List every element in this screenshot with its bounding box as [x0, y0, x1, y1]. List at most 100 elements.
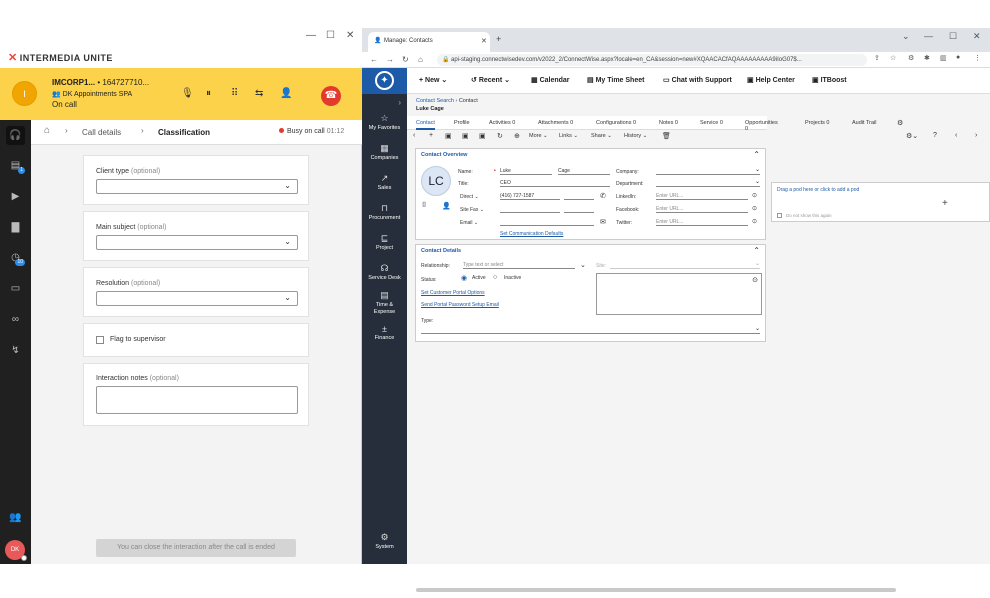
title-field[interactable]: CEO: [500, 180, 610, 187]
add-pod-hint[interactable]: Drag a pod here or click to add a pod: [777, 187, 859, 193]
person-icon[interactable]: 👤: [442, 202, 451, 210]
breadcrumb-call-details[interactable]: Call details: [82, 128, 121, 137]
expand-nav-icon[interactable]: ›: [362, 98, 407, 107]
tab-service[interactable]: Service 0: [700, 120, 723, 126]
sitefax-ext-field[interactable]: [564, 206, 594, 213]
contacts-icon[interactable]: 👥: [6, 508, 25, 527]
twitter-field[interactable]: Enter URL...: [656, 219, 748, 226]
linkedin-field[interactable]: Enter URL...: [656, 193, 748, 200]
next-record-icon[interactable]: ›: [975, 132, 977, 139]
help-icon[interactable]: ?: [933, 132, 937, 139]
site-select[interactable]: ⌄: [610, 261, 760, 269]
inactive-radio[interactable]: ○: [493, 274, 497, 281]
active-radio[interactable]: ◉: [461, 274, 467, 282]
back-icon[interactable]: ←: [370, 55, 378, 64]
home-icon[interactable]: ⌂: [418, 55, 423, 64]
last-name-field[interactable]: Cage: [558, 168, 610, 175]
nav-procurement[interactable]: ⊓ Procurement: [362, 203, 407, 222]
camera-icon[interactable]: ⌷: [422, 202, 426, 210]
save-close-icon[interactable]: ▣: [462, 132, 469, 140]
tab-profile[interactable]: Profile: [454, 120, 470, 126]
minimize-icon[interactable]: —: [924, 31, 933, 41]
tab-notes[interactable]: Notes 0: [659, 120, 678, 126]
share-menu[interactable]: Share ⌄: [591, 133, 612, 139]
portal-password-email-link[interactable]: Send Portal Password Setup Email: [421, 302, 499, 308]
globe-icon[interactable]: ⊕: [514, 132, 520, 140]
recent-menu[interactable]: ↺ Recent ⌄: [471, 76, 510, 84]
save-new-icon[interactable]: ▣: [479, 132, 486, 140]
site-address-box[interactable]: ⊙: [596, 273, 762, 315]
minimize-icon[interactable]: —: [306, 30, 316, 41]
voicemail-icon[interactable]: ∞: [6, 310, 25, 329]
history-menu[interactable]: History ⌄: [624, 133, 647, 139]
folder-icon[interactable]: ▇: [6, 218, 25, 237]
calendar-link[interactable]: ▦ Calendar: [531, 76, 570, 84]
twitter-go-icon[interactable]: ⊙: [752, 218, 757, 225]
url-field[interactable]: 🔒 api-staging.connectwisedev.com/v2022_2/…: [437, 54, 867, 66]
messages-icon[interactable]: ▤ 1: [6, 156, 25, 175]
nav-my-favorites[interactable]: ☆ My Favorites: [362, 113, 407, 132]
puzzle-icon[interactable]: ✱: [924, 54, 930, 62]
horizontal-scrollbar[interactable]: [416, 588, 896, 592]
resolution-select[interactable]: ⌄: [96, 291, 298, 306]
main-subject-select[interactable]: ⌄: [96, 235, 298, 250]
forward-icon[interactable]: →: [386, 55, 394, 64]
dialpad-icon[interactable]: ⠿: [231, 88, 238, 99]
settings-gear-icon[interactable]: ⚙: [897, 119, 903, 127]
dont-show-checkbox[interactable]: [777, 213, 782, 218]
tab-attachments[interactable]: Attachments 0: [538, 120, 573, 126]
department-select[interactable]: ⌄: [656, 179, 760, 187]
add-icon[interactable]: +: [429, 132, 433, 139]
headset-icon[interactable]: 🎧: [6, 126, 25, 145]
add-pod-icon[interactable]: +: [942, 198, 948, 209]
pause-icon[interactable]: ⏸: [206, 88, 211, 99]
breadcrumb-contact-search[interactable]: Contact Search: [416, 98, 454, 104]
delete-icon[interactable]: 🗑: [662, 132, 671, 140]
tab-activities[interactable]: Activities 0: [489, 120, 515, 126]
chat-support-link[interactable]: ▭ Chat with Support: [663, 76, 732, 84]
customer-portal-options-link[interactable]: Set Customer Portal Options: [421, 290, 485, 296]
flag-checkbox[interactable]: [96, 336, 104, 344]
hangup-button[interactable]: ☎: [321, 86, 341, 106]
client-type-select[interactable]: ⌄: [96, 179, 298, 194]
tab-configurations[interactable]: Configurations 0: [596, 120, 636, 126]
tab-contact[interactable]: Contact: [416, 120, 435, 130]
collapse-icon[interactable]: ⌃: [753, 150, 760, 159]
phone-icon[interactable]: ✆: [600, 192, 606, 200]
prev-record-icon[interactable]: ‹: [955, 132, 957, 139]
email-select[interactable]: Email ⌄: [460, 220, 478, 226]
direct-phone-field[interactable]: (416) 727-1587: [500, 193, 560, 200]
nav-sales[interactable]: ↗ Sales: [362, 173, 407, 192]
bookmark-star-icon[interactable]: ☆: [890, 54, 896, 62]
notes-textarea[interactable]: [96, 386, 298, 414]
extension-icon[interactable]: ⚙: [908, 54, 914, 62]
first-name-field[interactable]: Luke: [500, 168, 552, 175]
reload-icon[interactable]: ↻: [402, 55, 409, 64]
history-icon[interactable]: ◷ 10: [6, 248, 25, 267]
extension-field[interactable]: [564, 193, 594, 200]
type-select[interactable]: ⌄: [421, 326, 760, 334]
itboost-link[interactable]: ▣ ITBoost: [812, 76, 847, 84]
share-icon[interactable]: ⇪: [874, 54, 880, 62]
mic-icon[interactable]: 🎙: [181, 88, 194, 99]
tab-opportunities[interactable]: Opportunities 0: [745, 120, 778, 132]
direct-select[interactable]: Direct ⌄: [460, 194, 479, 200]
new-tab-icon[interactable]: +: [496, 34, 501, 44]
nav-finance[interactable]: ± Finance: [362, 324, 407, 342]
connectwise-logo[interactable]: ✦: [362, 68, 407, 94]
chevron-down-icon[interactable]: ⌄: [902, 31, 910, 42]
email-field[interactable]: [500, 219, 594, 226]
pod-area[interactable]: Drag a pod here or click to add a pod + …: [771, 182, 990, 222]
mail-icon[interactable]: ✉: [600, 218, 606, 226]
refresh-icon[interactable]: ↻: [497, 132, 503, 140]
sitefax-field[interactable]: [500, 206, 560, 213]
new-menu[interactable]: + New ⌄: [419, 76, 447, 84]
map-pin-icon[interactable]: ⊙: [752, 276, 758, 284]
facebook-field[interactable]: Enter URL...: [656, 206, 748, 213]
nav-companies[interactable]: ▦ Companies: [362, 143, 407, 162]
nav-system[interactable]: ⚙ System: [362, 532, 407, 551]
nav-time-expense[interactable]: ▤ Time & Expense: [362, 290, 407, 316]
close-tab-icon[interactable]: ✕: [481, 37, 487, 45]
linkedin-go-icon[interactable]: ⊙: [752, 192, 757, 199]
settings-icon[interactable]: ⚙⌄: [906, 132, 918, 140]
